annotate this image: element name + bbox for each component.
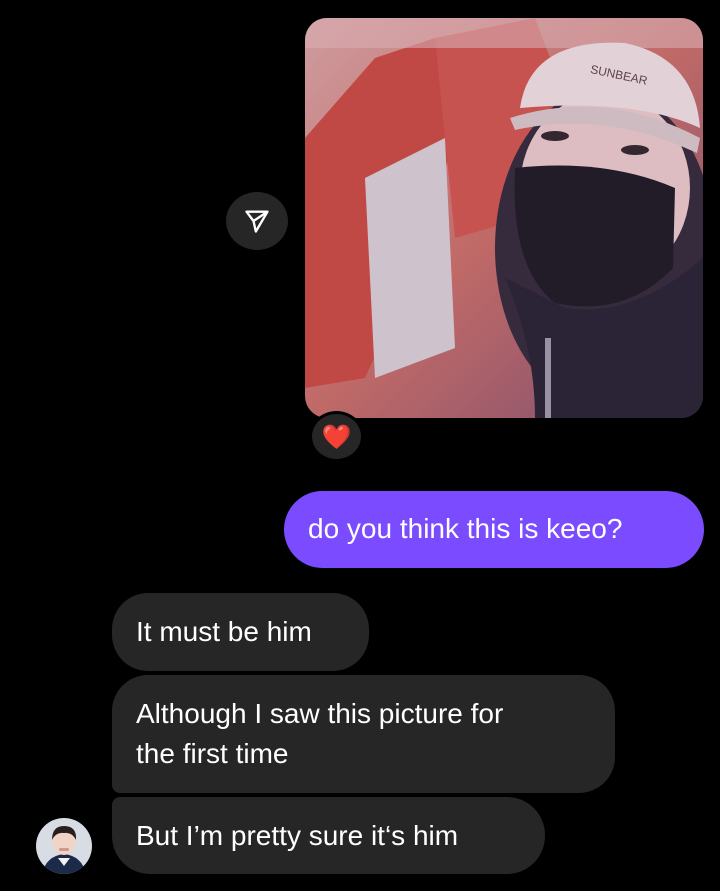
sender-avatar[interactable] <box>36 818 92 874</box>
message-text-line: the first time <box>136 738 289 769</box>
message-text: do you think this is keeo? <box>308 513 623 544</box>
message-text: But I’m pretty sure it‘s him <box>136 820 459 851</box>
outgoing-message-bubble[interactable]: do you think this is keeo? <box>284 491 704 568</box>
incoming-message-bubble[interactable]: Although I saw this picture for the firs… <box>112 675 615 793</box>
message-text-line: Although I saw this picture for <box>136 698 504 729</box>
shared-photo: SUNBEAR <box>305 18 703 418</box>
heart-icon: ❤️ <box>321 422 352 451</box>
message-text: It must be him <box>136 616 312 647</box>
share-button[interactable] <box>226 192 288 250</box>
avatar-image <box>36 818 92 874</box>
incoming-message-bubble[interactable]: It must be him <box>112 593 369 671</box>
message-reaction[interactable]: ❤️ <box>309 411 364 462</box>
incoming-message-bubble[interactable]: But I’m pretty sure it‘s him <box>112 797 545 874</box>
send-icon <box>245 210 269 233</box>
shared-media-preview[interactable]: SUNBEAR <box>305 18 703 418</box>
